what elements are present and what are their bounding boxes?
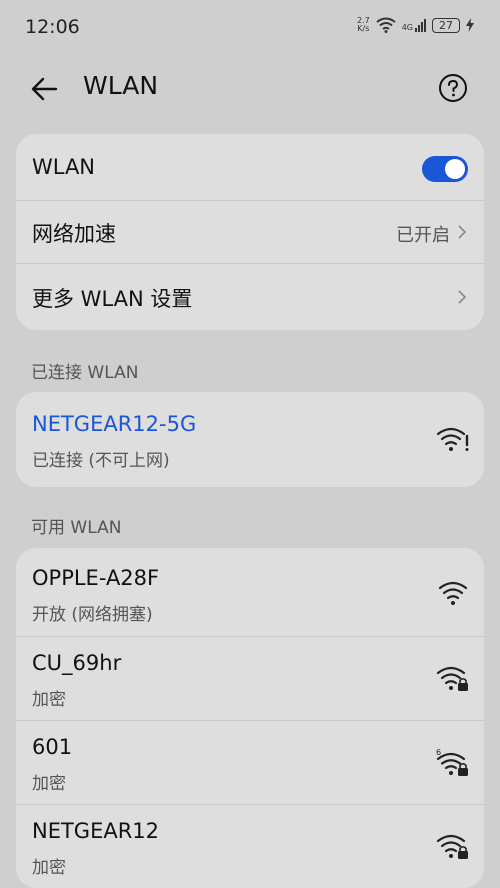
wlan-toggle-switch[interactable] <box>422 156 468 182</box>
connected-network-status: 已连接 (不可上网) <box>32 451 170 471</box>
network-acceleration-value: 已开启 <box>396 225 450 246</box>
wifi-locked-icon <box>436 666 468 691</box>
wifi-open-icon <box>438 581 468 605</box>
network-speed: 2.7 K/s <box>357 17 370 33</box>
network-status: 加密 <box>32 858 66 878</box>
help-button[interactable] <box>438 73 468 103</box>
network-list-item[interactable]: 601 加密 6 <box>16 721 484 805</box>
network-name: OPPLE-A28F <box>32 566 160 590</box>
network-status: 开放 (网络拥塞) <box>32 605 153 625</box>
network-name: 601 <box>32 735 73 759</box>
connected-network-card: NETGEAR12-5G 已连接 (不可上网) <box>16 392 484 487</box>
available-section-label: 可用 WLAN <box>31 518 122 538</box>
network-speed-unit: K/s <box>357 24 370 33</box>
network-name: NETGEAR12 <box>32 819 160 843</box>
wifi-locked-icon <box>436 834 468 859</box>
network-status: 加密 <box>32 774 66 794</box>
status-bar: 12:06 2.7 K/s 4G 27 <box>0 0 500 58</box>
status-time: 12:06 <box>25 16 80 38</box>
more-wlan-settings-row[interactable]: 更多 WLAN 设置 <box>16 264 484 330</box>
available-networks-card: OPPLE-A28F 开放 (网络拥塞) CU_69hr 加密 601 加密 6 <box>16 548 484 888</box>
page-title: WLAN <box>83 71 159 100</box>
toggle-knob <box>445 159 465 179</box>
header: WLAN <box>0 58 500 120</box>
connected-network-name: NETGEAR12-5G <box>32 412 197 436</box>
network-list-item[interactable]: CU_69hr 加密 <box>16 637 484 721</box>
wlan-toggle-row[interactable]: WLAN <box>16 134 484 201</box>
chevron-right-icon <box>458 290 467 304</box>
network-acceleration-label: 网络加速 <box>32 222 116 246</box>
charging-icon <box>466 18 474 32</box>
chevron-right-icon <box>458 225 467 239</box>
wifi6-locked-icon: 6 <box>436 748 468 776</box>
wifi6-badge: 6 <box>436 748 441 757</box>
battery-icon: 27 <box>432 17 460 33</box>
wlan-settings-card: WLAN 网络加速 已开启 更多 WLAN 设置 <box>16 134 484 330</box>
network-name: CU_69hr <box>32 651 122 675</box>
wifi-warning-icon <box>436 427 469 451</box>
network-list-item[interactable]: NETGEAR12 加密 <box>16 805 484 888</box>
back-button[interactable] <box>28 72 62 106</box>
more-wlan-settings-label: 更多 WLAN 设置 <box>32 287 193 311</box>
network-list-item[interactable]: OPPLE-A28F 开放 (网络拥塞) <box>16 548 484 637</box>
connected-section-label: 已连接 WLAN <box>31 363 139 383</box>
wifi-status-icon <box>376 17 396 33</box>
signal-type-label: 4G <box>401 22 413 32</box>
battery-level: 27 <box>439 18 453 32</box>
network-status: 加密 <box>32 690 66 710</box>
network-acceleration-row[interactable]: 网络加速 已开启 <box>16 201 484 264</box>
cellular-signal-icon: 4G <box>401 18 426 32</box>
wlan-toggle-label: WLAN <box>32 155 96 179</box>
status-icons: 2.7 K/s 4G 27 <box>357 17 474 33</box>
connected-network-row[interactable]: NETGEAR12-5G 已连接 (不可上网) <box>16 392 484 487</box>
